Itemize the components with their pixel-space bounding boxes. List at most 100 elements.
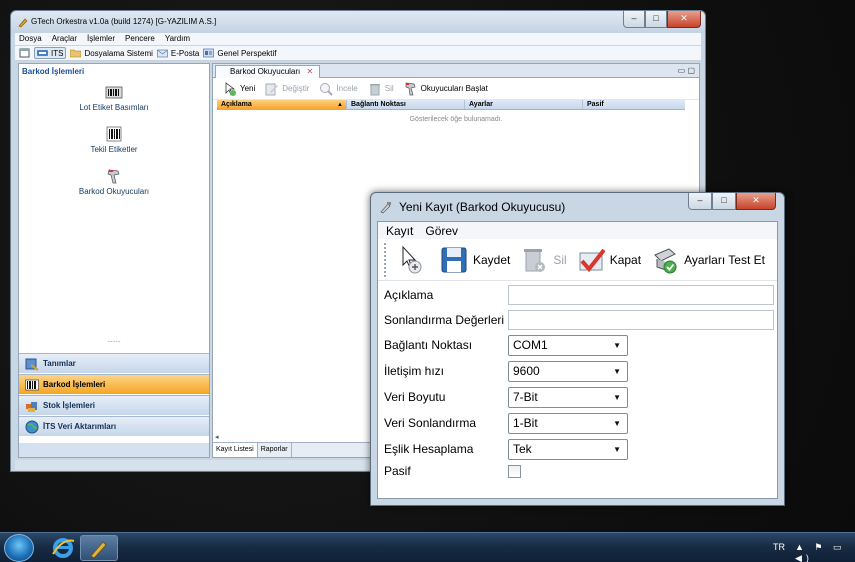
nav-stok-islemleri[interactable]: Stok İşlemleri: [19, 395, 209, 415]
new-record-button[interactable]: [397, 245, 430, 275]
aciklama-label: Açıklama: [384, 288, 434, 302]
field-row-veri-boyutu: Veri Boyutu 7-Bit ▼: [384, 386, 776, 408]
dialog-maximize-button[interactable]: □: [712, 193, 736, 210]
delete-button[interactable]: Sil: [368, 82, 394, 96]
close-button[interactable]: ✕: [667, 11, 701, 28]
tab-kayit-listesi[interactable]: Kayıt Listesi: [213, 443, 258, 457]
sonlandirma-degerleri-label: Sonlandırma Değerleri: [384, 313, 505, 327]
main-window-title: GTech Orkestra v1.0a (build 1274) [G-YAZ…: [31, 17, 217, 26]
barcode-scanner-icon: [380, 202, 391, 214]
eslik-hesaplama-value: Tek: [513, 442, 532, 456]
field-row-veri-sonlandirma: Veri Sonlandırma 1-Bit ▼: [384, 412, 776, 434]
test-settings-icon: [654, 247, 677, 273]
baglanti-noktasi-select[interactable]: COM1 ▼: [508, 334, 628, 356]
close-dialog-button[interactable]: Kapat: [577, 245, 641, 275]
internet-explorer-icon[interactable]: [50, 536, 76, 560]
eslik-hesaplama-select[interactable]: Tek ▼: [508, 438, 628, 460]
veri-boyutu-select[interactable]: 7-Bit ▼: [508, 386, 628, 408]
save-icon: [441, 247, 467, 272]
panel-splitter[interactable]: ........: [19, 338, 209, 344]
menu-kayit[interactable]: Kayıt: [386, 224, 413, 238]
perspective-dosyalama[interactable]: Dosyalama Sistemi: [70, 48, 153, 58]
start-readers-button[interactable]: Okuyucuları Başlat: [404, 82, 488, 96]
save-button[interactable]: Kaydet: [440, 245, 510, 275]
dialog-close-button[interactable]: ✕: [736, 193, 776, 210]
tab-raporlar[interactable]: Raporlar: [258, 443, 292, 457]
folder-icon: [70, 49, 82, 58]
sonlandirma-degerleri-field[interactable]: [508, 310, 774, 330]
system-tray-icons[interactable]: ▲ ⚑ ▭ ◀): [795, 542, 855, 562]
column-aciklama[interactable]: Açıklama ▲: [217, 100, 347, 109]
menu-dosya[interactable]: Dosya: [15, 33, 48, 45]
menu-araclar[interactable]: Araçlar: [48, 33, 83, 45]
nav-barkod-islemleri[interactable]: Barkod İşlemleri: [19, 374, 209, 394]
horizontal-scrollbar[interactable]: ◂: [215, 433, 375, 441]
column-baglanti-noktasi[interactable]: Bağlantı Noktası: [347, 100, 465, 109]
edit-button[interactable]: Değiştir: [265, 82, 309, 96]
iletisim-hizi-select[interactable]: 9600 ▼: [508, 360, 628, 382]
perspective-eposta[interactable]: E-Posta: [157, 48, 199, 58]
veri-boyutu-label: Veri Boyutu: [384, 390, 446, 404]
magnifier-icon: [320, 82, 334, 96]
dialog-titlebar[interactable]: Yeni Kayıt (Barkod Okuyucusu) – □ ✕: [371, 193, 784, 219]
tool-barkod-okuyuculari[interactable]: Barkod Okuyucuları: [19, 168, 209, 196]
field-row-sonlandirma-degerleri: Sonlandırma Değerleri: [384, 309, 776, 331]
barcode-scanner-icon: [90, 541, 107, 559]
nav-its-veri-aktarimlari[interactable]: İTS Veri Aktarımları: [19, 416, 209, 436]
menu-yardim[interactable]: Yardım: [161, 33, 196, 45]
test-settings-button[interactable]: Ayarları Test Et: [651, 245, 765, 275]
veri-sonlandirma-select[interactable]: 1-Bit ▼: [508, 412, 628, 434]
grid-header: Açıklama ▲ Bağlantı Noktası Ayarlar Pasi…: [217, 100, 685, 110]
tab-close-icon[interactable]: ✕: [307, 67, 314, 76]
barcode-scanner-icon: [405, 82, 416, 95]
nav-stok-islemleri-label: Stok İşlemleri: [43, 401, 96, 410]
open-perspective-icon[interactable]: [19, 48, 30, 58]
nav-tanimlar-label: Tanımlar: [43, 359, 76, 368]
column-ayarlar[interactable]: Ayarlar: [465, 100, 583, 109]
dialog-title: Yeni Kayıt (Barkod Okuyucusu): [399, 200, 566, 214]
perspective-genel[interactable]: Genel Perspektif: [203, 48, 277, 58]
aciklama-field[interactable]: [508, 285, 774, 305]
maximize-button[interactable]: □: [645, 11, 667, 28]
column-pasif[interactable]: Pasif: [583, 100, 683, 109]
dialog-body: Kayıt Görev Kaydet Sil Kapat Ayarları Te…: [377, 221, 778, 499]
tool-lot-etiket-label: Lot Etiket Basımları: [79, 103, 149, 112]
field-row-pasif: Pasif: [384, 460, 776, 482]
delete-button[interactable]: Sil: [520, 245, 567, 275]
menu-gorev[interactable]: Görev: [425, 224, 458, 238]
new-button[interactable]: Yeni: [223, 81, 255, 96]
close-dialog-button-label: Kapat: [609, 252, 642, 267]
field-row-iletisim-hizi: İletişim hızı 9600 ▼: [384, 360, 776, 382]
tool-lot-etiket[interactable]: Lot Etiket Basımları: [19, 84, 209, 112]
nav-tanimlar[interactable]: Tanımlar: [19, 353, 209, 373]
test-settings-button-label: Ayarları Test Et: [684, 252, 765, 267]
veri-sonlandirma-label: Veri Sonlandırma: [384, 416, 477, 430]
scroll-left-icon[interactable]: ◂: [215, 434, 219, 441]
toolbar-grip[interactable]: [384, 242, 387, 277]
edit-icon: [265, 83, 279, 95]
main-window-titlebar[interactable]: GTech Orkestra v1.0a (build 1274) [G-YAZ…: [11, 11, 705, 33]
barcode-icon: [106, 126, 122, 142]
tab-barkod-okuyuculari[interactable]: Barkod Okuyucuları ✕: [215, 65, 321, 78]
delete-button-label: Sil: [553, 252, 567, 267]
perspective-its[interactable]: ITS: [34, 47, 67, 59]
list-toolbar: Yeni Değiştir İncele Sil Okuyucuları Baş…: [213, 78, 699, 100]
inspect-button[interactable]: İncele: [319, 82, 358, 96]
pasif-checkbox[interactable]: [508, 464, 521, 478]
menu-islemler[interactable]: İşlemler: [83, 33, 121, 45]
view-controls[interactable]: ▭ ▢: [678, 66, 695, 75]
definitions-icon: [25, 358, 39, 371]
its-icon: [37, 50, 48, 56]
chevron-down-icon: ▼: [613, 392, 621, 402]
language-indicator[interactable]: TR: [773, 542, 785, 552]
chevron-down-icon: ▼: [613, 444, 621, 454]
menu-pencere[interactable]: Pencere: [121, 33, 161, 45]
taskbar-orkestra-app[interactable]: [80, 535, 118, 561]
app-barcode-scanner-icon: [18, 18, 28, 28]
dialog-minimize-button[interactable]: –: [688, 193, 712, 210]
tool-tekil-etiketler[interactable]: Tekil Etiketler: [19, 126, 209, 154]
editor-tabbar: Barkod Okuyucuları ✕ ▭ ▢: [213, 64, 699, 78]
start-button[interactable]: [4, 534, 34, 562]
minimize-button[interactable]: –: [623, 11, 645, 28]
perspective-icon: [203, 48, 215, 58]
